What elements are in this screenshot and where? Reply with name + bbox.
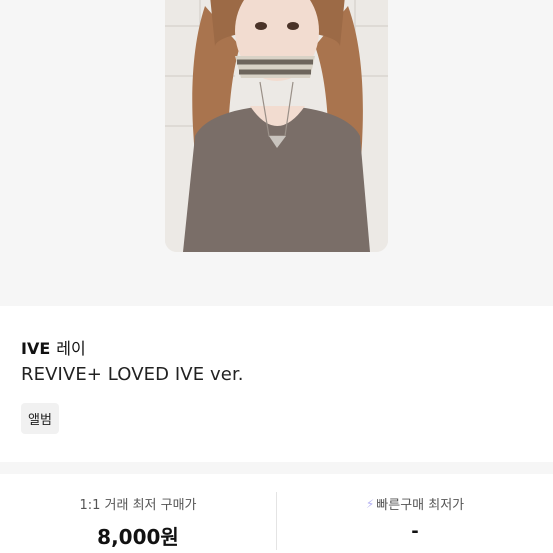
direct-trade-value: 8,000원 [97, 525, 179, 549]
lightning-bolt-icon: ⚡ [365, 496, 375, 511]
quick-buy-label: 빠른구매 최저가 [376, 498, 465, 513]
direct-trade-label: 1:1 거래 최저 구매가 [79, 498, 197, 513]
quick-buy-price[interactable]: ⚡ 빠른구매 최저가 - [277, 474, 553, 553]
product-title: IVE 레이 [21, 335, 86, 359]
direct-trade-price[interactable]: 1:1 거래 최저 구매가 8,000원 [0, 474, 276, 553]
product-image-area [0, 0, 553, 306]
member-name[interactable]: 레이 [56, 335, 85, 359]
section-divider [0, 462, 553, 474]
product-detail-page: IVE 레이 REVIVE+ LOVED IVE ver. 앨범 1:1 거래 … [0, 0, 553, 553]
photocard-image[interactable] [165, 0, 388, 252]
product-info: IVE 레이 REVIVE+ LOVED IVE ver. 앨범 [0, 306, 553, 462]
group-name[interactable]: IVE [21, 339, 50, 358]
photocard-illustration [165, 0, 388, 252]
category-tag[interactable]: 앨범 [21, 403, 59, 434]
price-summary: 1:1 거래 최저 구매가 8,000원 ⚡ 빠른구매 최저가 - [0, 474, 553, 553]
quick-buy-value: - [411, 521, 419, 542]
album-version: REVIVE+ LOVED IVE ver. [21, 364, 244, 385]
quick-buy-label-row: ⚡ 빠른구매 최저가 [365, 494, 465, 514]
